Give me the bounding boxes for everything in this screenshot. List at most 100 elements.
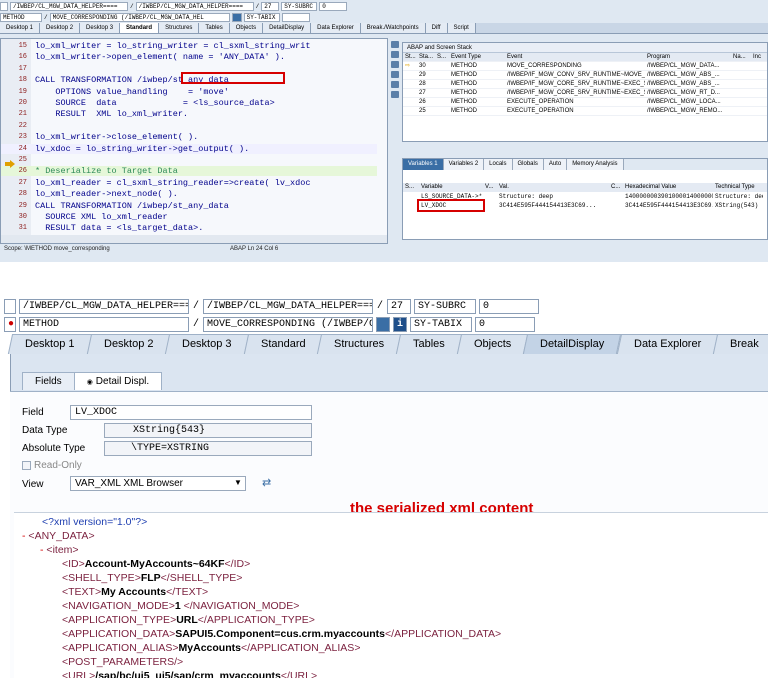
tab-detaildisplay[interactable]: DetailDisplay: [523, 334, 622, 354]
tab-desktop-3[interactable]: Desktop 3: [164, 334, 249, 354]
top-program-field[interactable]: /IWBEP/CL_MGW_DATA_HELPER====: [10, 2, 128, 11]
tab-globals[interactable]: Globals: [512, 159, 544, 170]
top-line-field[interactable]: 27: [261, 2, 280, 11]
code-line[interactable]: 21 RESULT XML lo_xml_writer.: [1, 109, 377, 119]
variable-value[interactable]: Structure: deep: [497, 192, 609, 201]
code-line[interactable]: 19 OPTIONS value_handling = 'move': [1, 87, 377, 97]
xml-item-node[interactable]: - <item>: [40, 543, 79, 557]
top-tab-structures[interactable]: Structures: [159, 23, 200, 33]
grid-icon[interactable]: [376, 316, 390, 332]
code-line[interactable]: 25: [1, 155, 377, 165]
top-tab-desktop-1[interactable]: Desktop 1: [0, 23, 41, 33]
grid-icon[interactable]: [231, 13, 242, 22]
top-tab-objects[interactable]: Objects: [229, 23, 264, 33]
stack-row[interactable]: 29 METHOD/IWBEP/IF_MGW_CONV_SRV_RUNTIME~M…: [403, 71, 767, 80]
stack-col[interactable]: Event: [505, 53, 645, 61]
tab-variables-2[interactable]: Variables 2: [443, 159, 485, 170]
vars-col[interactable]: Variable: [419, 183, 483, 192]
source-code-editor[interactable]: 15 lo_xml_writer = lo_string_writer = cl_…: [0, 38, 388, 244]
stack-row[interactable]: 27 METHOD/IWBEP/IF_MGW_CORE_SRV_RUNTIME~E…: [403, 89, 767, 98]
tab-fields[interactable]: Fields: [22, 372, 75, 390]
code-line[interactable]: 30 SOURCE XML lo_xml_reader: [1, 212, 377, 222]
field-input[interactable]: LV_XDOC: [70, 405, 312, 420]
info-icon[interactable]: i: [393, 316, 407, 332]
tab-detail-displ[interactable]: ◉ Detail Displ.: [73, 372, 163, 390]
stack-col[interactable]: Sta...: [417, 53, 435, 61]
include-field[interactable]: /IWBEP/CL_MGW_DATA_HELPER====: [203, 298, 373, 314]
vars-col[interactable]: Hexadecimal Value: [623, 183, 713, 192]
vars-col[interactable]: C...: [609, 183, 623, 192]
code-line[interactable]: 31 RESULT data = <ls_target_data>.: [1, 223, 377, 233]
stack-col[interactable]: Inc: [751, 53, 765, 61]
toolbar-icon[interactable]: [391, 51, 399, 58]
code-hscrollbar[interactable]: [1, 235, 387, 243]
top-tab-detaildisplay[interactable]: DetailDisplay: [263, 23, 312, 33]
code-line[interactable]: 26 * Deserialize to Target Data: [1, 166, 377, 177]
tab-data-explorer[interactable]: Data Explorer: [616, 334, 719, 354]
variable-value[interactable]: 3C414E595F444154413E3C69...: [497, 201, 609, 210]
stack-event-type: METHOD: [451, 63, 477, 69]
xml-browser[interactable]: <?xml version="1.0"?> - <ANY_DATA> - <it…: [14, 512, 768, 678]
code-line[interactable]: 24 lv_xdoc = lo_string_writer->get_output…: [1, 143, 377, 154]
code-line[interactable]: 28 lo_xml_reader->next_node( ).: [1, 189, 377, 199]
stack-row[interactable]: 25 METHOD EXECUTE_OPERATION/IWBEP/CL_MGW_R…: [403, 107, 767, 116]
stack-col[interactable]: Event Type: [449, 53, 505, 61]
tab-memory-analysis[interactable]: Memory Analysis: [567, 159, 624, 170]
vars-col[interactable]: V...: [483, 183, 497, 192]
top-tab-breakpoints[interactable]: Break./Watchpoints: [360, 23, 426, 33]
tab-desktop-1[interactable]: Desktop 1: [7, 334, 92, 354]
tab-structures[interactable]: Structures: [317, 334, 402, 354]
code-line[interactable]: 23 lo_xml_writer->close_element( ).: [1, 132, 377, 142]
code-line[interactable]: 22: [1, 121, 377, 131]
tab-desktop-2[interactable]: Desktop 2: [86, 334, 171, 354]
code-line[interactable]: 16 lo_xml_writer->open_element( name = 'A…: [1, 52, 377, 62]
tab-standard[interactable]: Standard: [243, 334, 323, 354]
top-tab-standard[interactable]: Standard: [120, 23, 160, 33]
toolbar-icon[interactable]: [391, 91, 399, 98]
variable-name-lv-xdoc[interactable]: LV_XDOC: [417, 199, 485, 212]
tab-auto[interactable]: Auto: [543, 159, 568, 170]
tab-objects[interactable]: Objects: [457, 334, 529, 354]
stack-row[interactable]: ⇨ 30 METHOD MOVE_CORRESPONDING/IWBEP/CL_MGW…: [403, 62, 767, 71]
variable-row[interactable]: LV_XDOC 3C414E595F444154413E3C69... 3C41…: [403, 199, 767, 212]
top-include-field[interactable]: /IWBEP/CL_MGW_DATA_HELPER====: [135, 2, 254, 11]
stack-col[interactable]: St...: [403, 53, 417, 61]
variable-name[interactable]: LS_SOURCE_DATA->*[1]: [419, 192, 483, 201]
tab-locals[interactable]: Locals: [484, 159, 513, 170]
stack-row[interactable]: 28 METHOD/IWBEP/IF_MGW_CORE_SRV_RUNTIME~E…: [403, 80, 767, 89]
toolbar-icon[interactable]: [391, 81, 399, 88]
switch-view-icon[interactable]: ⇄: [262, 476, 271, 489]
code-line[interactable]: 29 CALL TRANSFORMATION /iwbep/st_any_data: [1, 201, 377, 211]
code-line[interactable]: 20 SOURCE data = <ls_source_data>: [1, 98, 377, 108]
toolbar-icon[interactable]: [391, 61, 399, 68]
top-tab-data-explorer[interactable]: Data Explorer: [311, 23, 361, 33]
xml-root-node[interactable]: - <ANY_DATA>: [22, 529, 95, 543]
top-tab-diff[interactable]: Diff: [425, 23, 448, 33]
tab-tables[interactable]: Tables: [396, 334, 463, 354]
tab-break[interactable]: Break: [712, 334, 768, 354]
code-line[interactable]: 27 lo_xml_reader = cl_sxml_string_reader=…: [1, 178, 377, 188]
program-field[interactable]: /IWBEP/CL_MGW_DATA_HELPER====: [19, 298, 189, 314]
top-tab-desktop-3[interactable]: Desktop 3: [80, 23, 121, 33]
top-tab-desktop-2[interactable]: Desktop 2: [40, 23, 81, 33]
top-tab-tables[interactable]: Tables: [199, 23, 230, 33]
variable-row[interactable]: LS_SOURCE_DATA->*[1] Structure: deep 140…: [403, 192, 767, 201]
vars-col[interactable]: Val.: [497, 183, 609, 192]
stack-col[interactable]: Na...: [731, 53, 751, 61]
top-method-field[interactable]: MOVE_CORRESPONDING (/IWBEP/CL_MGW_DATA_H…: [49, 13, 230, 22]
top-tab-script[interactable]: Script: [447, 23, 476, 33]
chevron-down-icon[interactable]: ▼: [234, 478, 242, 487]
read-only-checkbox[interactable]: [22, 461, 31, 470]
tab-variables-1[interactable]: Variables 1: [403, 159, 444, 170]
toolbar-icon[interactable]: [391, 71, 399, 78]
vars-col[interactable]: S...: [403, 183, 419, 192]
code-line[interactable]: 15 lo_xml_writer = lo_string_writer = cl_…: [1, 41, 377, 51]
stack-col[interactable]: Program: [645, 53, 731, 61]
line-field[interactable]: 27: [387, 298, 411, 314]
stack-row[interactable]: 26 METHOD EXECUTE_OPERATION/IWBEP/CL_MGW_L…: [403, 98, 767, 107]
vars-col[interactable]: Technical Type: [713, 183, 763, 192]
view-select[interactable]: VAR_XML XML Browser: [70, 476, 246, 491]
stack-col[interactable]: S...: [435, 53, 449, 61]
method-field[interactable]: MOVE_CORRESPONDING (/IWBEP/CL_MGW_DATA_H…: [203, 316, 373, 332]
toolbar-icon[interactable]: [391, 41, 399, 48]
